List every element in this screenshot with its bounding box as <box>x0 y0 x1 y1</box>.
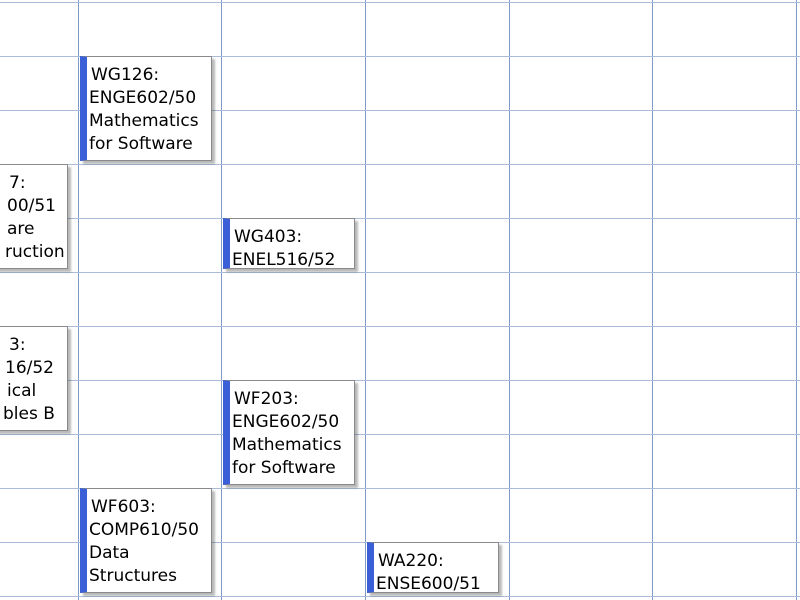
event-course-code: ENGE602/50 <box>232 412 340 432</box>
class-event-block[interactable]: WF603: COMP610/50 Data Structures <box>80 488 212 593</box>
time-row-divider <box>0 272 800 273</box>
class-event-block[interactable]: WA220: ENSE600/51 <box>367 542 499 593</box>
time-row-divider <box>0 218 800 219</box>
class-event-block[interactable]: WF203: ENGE602/50 Mathematics for Softwa… <box>223 380 355 485</box>
time-row-divider <box>0 326 800 327</box>
event-title-line: are <box>7 219 35 239</box>
day-column-divider <box>78 0 79 600</box>
event-title-line: for Software <box>232 458 336 478</box>
event-room: WF203: <box>234 389 299 409</box>
event-title-line: Mathematics <box>89 111 199 131</box>
event-title-line: Mathematics <box>232 435 342 455</box>
timetable-grid: WG126: ENGE602/50 Mathematics for Softwa… <box>0 0 800 600</box>
event-room: WG126: <box>91 65 160 85</box>
class-event-block[interactable]: WG126: ENGE602/50 Mathematics for Softwa… <box>80 56 212 161</box>
event-course-code: COMP610/50 <box>89 520 199 540</box>
event-title-line: ical <box>7 381 37 401</box>
event-course-code: ENEL516/52 <box>232 250 336 269</box>
event-title-line: ruction <box>5 242 65 262</box>
time-row-divider <box>0 380 800 381</box>
event-room: WG403: <box>234 227 303 247</box>
class-event-block[interactable]: 7: 00/51 are ruction <box>0 164 68 269</box>
event-room: 3: <box>9 335 26 355</box>
day-column-divider <box>652 0 653 600</box>
time-row-divider <box>0 2 800 3</box>
event-course-code: ENGE602/50 <box>89 88 197 108</box>
event-room: 7: <box>9 173 26 193</box>
time-row-divider <box>0 164 800 165</box>
class-event-block[interactable]: 3: 16/52 ical bles B <box>0 326 68 431</box>
day-column-divider <box>365 0 366 600</box>
class-event-block[interactable]: WG403: ENEL516/52 <box>223 218 355 269</box>
event-course-code: 16/52 <box>5 358 54 378</box>
event-course-code: ENSE600/51 <box>376 574 481 593</box>
event-title-line: Data <box>89 543 130 563</box>
event-title-line: for Software <box>89 134 193 154</box>
event-room: WF603: <box>91 497 156 517</box>
event-course-code: 00/51 <box>7 196 56 216</box>
time-row-divider <box>0 596 800 597</box>
day-column-divider <box>509 0 510 600</box>
event-room: WA220: <box>378 551 444 571</box>
event-title-line: bles B <box>3 404 55 424</box>
time-row-divider <box>0 434 800 435</box>
event-title-line: Structures <box>89 566 177 586</box>
day-column-divider <box>221 0 222 600</box>
day-column-divider <box>796 0 797 600</box>
